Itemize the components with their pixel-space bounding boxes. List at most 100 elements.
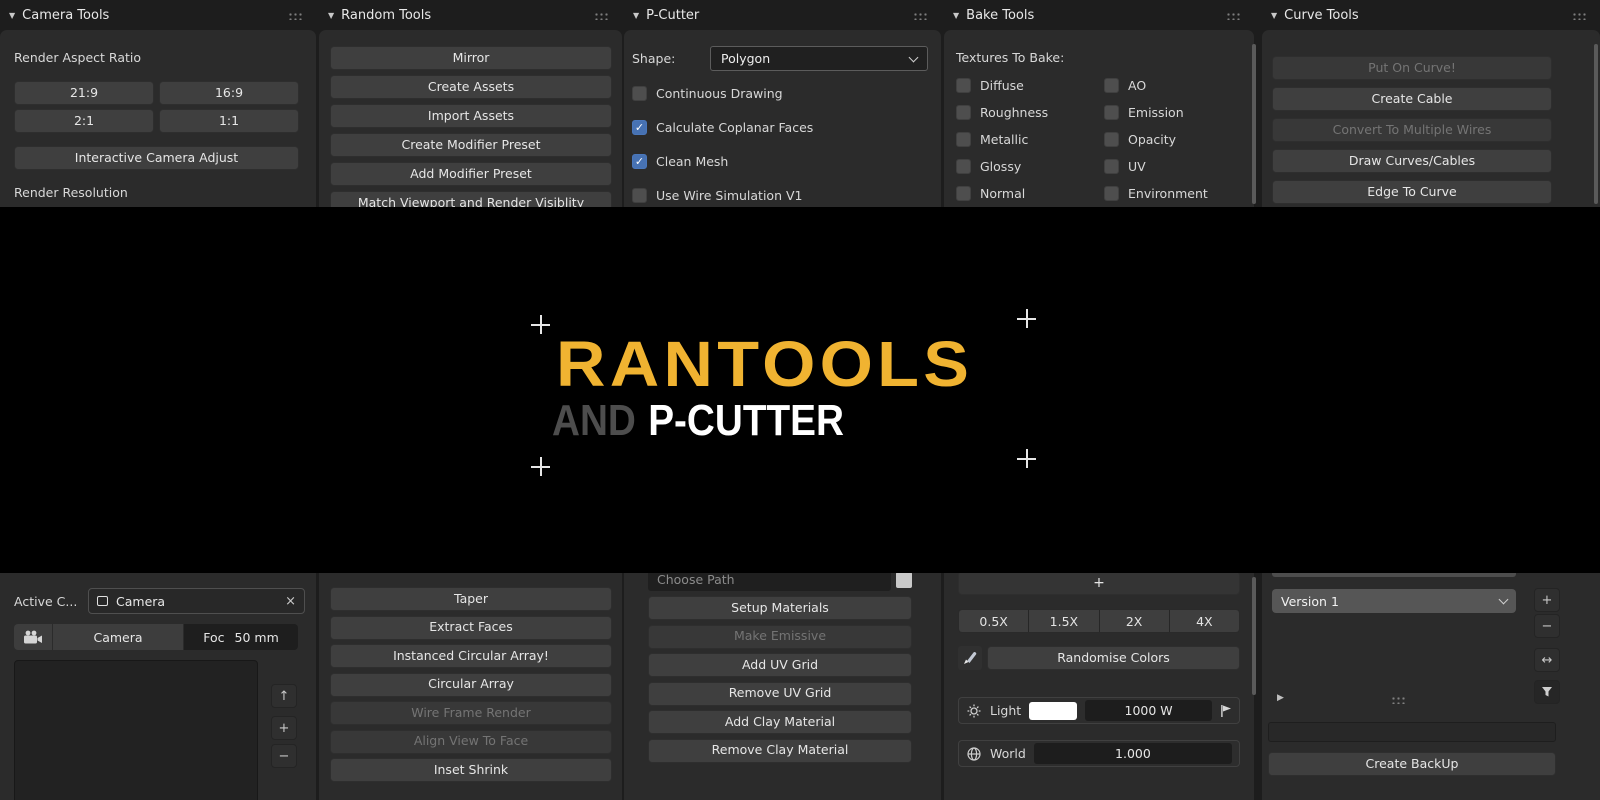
interactive-camera-adjust-button[interactable]: Interactive Camera Adjust: [14, 146, 299, 170]
bake-tools-header[interactable]: ▼ Bake Tools: [944, 0, 1254, 30]
scrollbar[interactable]: [1252, 44, 1256, 204]
draw-curves-cables-button[interactable]: Draw Curves/Cables: [1272, 149, 1552, 173]
clean-mesh-checkbox-row[interactable]: ✓ Clean Mesh: [632, 154, 941, 169]
focal-length-field[interactable]: Foc 50 mm: [184, 624, 298, 650]
light-color-swatch[interactable]: [1029, 702, 1077, 720]
ao-checkbox-row[interactable]: ✓AO: [1104, 78, 1208, 93]
remove-clay-material-button[interactable]: Remove Clay Material: [648, 739, 912, 763]
ratio-21-9-button[interactable]: 21:9: [14, 81, 154, 105]
move-up-button[interactable]: ↑: [271, 684, 297, 708]
p-cutter-header[interactable]: ▼ P-Cutter: [624, 0, 941, 30]
curve-tools-header[interactable]: ▼ Curve Tools: [1262, 0, 1600, 30]
clear-icon[interactable]: ×: [285, 595, 296, 608]
diffuse-checkbox-row[interactable]: ✓Diffuse: [956, 78, 1104, 93]
roughness-checkbox-row[interactable]: ✓Roughness: [956, 105, 1104, 120]
camera-tools-header[interactable]: ▼ Camera Tools: [0, 0, 316, 30]
make-emissive-button[interactable]: Make Emissive: [648, 625, 912, 649]
checkbox[interactable]: ✓: [1104, 78, 1119, 93]
light-power-field[interactable]: 1000 W: [1085, 700, 1212, 721]
checkbox[interactable]: ✓: [1104, 186, 1119, 201]
use-wire-simulation-checkbox-row[interactable]: ✓ Use Wire Simulation V1: [632, 188, 941, 203]
add-uv-grid-button[interactable]: Add UV Grid: [648, 653, 912, 677]
uv-checkbox-row[interactable]: ✓UV: [1104, 159, 1208, 174]
expand-triangle-icon[interactable]: ▶: [1277, 693, 1284, 703]
drag-grip-icon[interactable]: [1571, 11, 1588, 20]
continuous-drawing-checkbox-row[interactable]: ✓ Continuous Drawing: [632, 86, 941, 101]
randomise-colors-button[interactable]: Randomise Colors: [987, 646, 1240, 670]
file-browse-button[interactable]: [896, 573, 912, 588]
camera-list-box[interactable]: [14, 660, 258, 800]
random-tools-header[interactable]: ▼ Random Tools: [319, 0, 622, 30]
add-version-button[interactable]: +: [1534, 588, 1560, 612]
move-horizontal-button[interactable]: ↔: [1534, 648, 1560, 672]
world-strength-field[interactable]: 1.000: [1034, 743, 1232, 764]
ratio-2-1-button[interactable]: 2:1: [14, 109, 154, 133]
active-camera-field[interactable]: Camera ×: [88, 588, 305, 614]
ratio-1-1-button[interactable]: 1:1: [159, 109, 299, 133]
version-select[interactable]: Version 1: [1272, 589, 1516, 613]
extract-faces-button[interactable]: Extract Faces: [330, 616, 612, 640]
scale-4x-button[interactable]: 4X: [1170, 610, 1239, 632]
checkbox[interactable]: ✓: [956, 78, 971, 93]
circular-array-button[interactable]: Circular Array: [330, 673, 612, 697]
empty-field[interactable]: [1268, 722, 1556, 742]
add-item-button[interactable]: +: [271, 716, 297, 740]
opacity-checkbox-row[interactable]: ✓Opacity: [1104, 132, 1208, 147]
scrollbar[interactable]: [1594, 44, 1598, 204]
checkbox[interactable]: ✓: [1104, 105, 1119, 120]
scale-05x-button[interactable]: 0.5X: [959, 610, 1028, 632]
camera-data-name-field[interactable]: Camera: [53, 624, 183, 650]
checkbox[interactable]: ✓: [632, 154, 647, 169]
create-cable-button[interactable]: Create Cable: [1272, 87, 1552, 111]
add-clay-material-button[interactable]: Add Clay Material: [648, 710, 912, 734]
mirror-button[interactable]: Mirror: [330, 46, 612, 70]
checkbox[interactable]: ✓: [1104, 132, 1119, 147]
environment-checkbox-row[interactable]: ✓Environment: [1104, 186, 1208, 201]
checkbox[interactable]: ✓: [956, 105, 971, 120]
metallic-checkbox-row[interactable]: ✓Metallic: [956, 132, 1104, 147]
inset-shrink-button[interactable]: Inset Shrink: [330, 758, 612, 782]
instanced-circular-array-button[interactable]: Instanced Circular Array!: [330, 644, 612, 668]
checkbox[interactable]: ✓: [956, 186, 971, 201]
align-view-to-face-button[interactable]: Align View To Face: [330, 730, 612, 754]
flag-icon[interactable]: [1220, 704, 1232, 718]
calculate-coplanar-faces-checkbox-row[interactable]: ✓ Calculate Coplanar Faces: [632, 120, 941, 135]
normal-checkbox-row[interactable]: ✓Normal: [956, 186, 1104, 201]
create-modifier-preset-button[interactable]: Create Modifier Preset: [330, 133, 612, 157]
taper-button[interactable]: Taper: [330, 587, 612, 611]
scale-15x-button[interactable]: 1.5X: [1029, 610, 1098, 632]
checkbox[interactable]: ✓: [1104, 159, 1119, 174]
convert-to-multiple-wires-button[interactable]: Convert To Multiple Wires: [1272, 118, 1552, 142]
edge-to-curve-button[interactable]: Edge To Curve: [1272, 180, 1552, 204]
remove-item-button[interactable]: −: [271, 744, 297, 768]
setup-materials-button[interactable]: Setup Materials: [648, 596, 912, 620]
remove-version-button[interactable]: −: [1534, 614, 1560, 638]
import-assets-button[interactable]: Import Assets: [330, 104, 612, 128]
checkbox[interactable]: ✓: [956, 159, 971, 174]
checkbox[interactable]: ✓: [632, 86, 647, 101]
scrollbar[interactable]: [1252, 577, 1256, 695]
create-assets-button[interactable]: Create Assets: [330, 75, 612, 99]
ratio-16-9-button[interactable]: 16:9: [159, 81, 299, 105]
list-grip-icon[interactable]: [1390, 695, 1407, 704]
checkbox[interactable]: ✓: [956, 132, 971, 147]
drag-grip-icon[interactable]: [287, 11, 304, 20]
put-on-curve-button[interactable]: Put On Curve!: [1272, 56, 1552, 80]
choose-path-field[interactable]: Choose Path: [648, 573, 891, 591]
remove-uv-grid-button[interactable]: Remove UV Grid: [648, 682, 912, 706]
drag-grip-icon[interactable]: [1225, 11, 1242, 20]
scale-2x-button[interactable]: 2X: [1100, 610, 1169, 632]
emission-checkbox-row[interactable]: ✓Emission: [1104, 105, 1208, 120]
drag-grip-icon[interactable]: [593, 11, 610, 20]
glossy-checkbox-row[interactable]: ✓Glossy: [956, 159, 1104, 174]
checkbox[interactable]: ✓: [632, 188, 647, 203]
add-modifier-preset-button[interactable]: Add Modifier Preset: [330, 162, 612, 186]
create-backup-button[interactable]: Create BackUp: [1268, 752, 1556, 776]
add-texture-button[interactable]: +: [958, 573, 1240, 595]
checkbox[interactable]: ✓: [632, 120, 647, 135]
wire-frame-render-button[interactable]: Wire Frame Render: [330, 701, 612, 725]
world-row[interactable]: World 1.000: [958, 740, 1240, 767]
light-row[interactable]: Light 1000 W: [958, 697, 1240, 724]
shape-select[interactable]: Polygon: [710, 46, 928, 71]
filter-button[interactable]: [1534, 680, 1560, 704]
